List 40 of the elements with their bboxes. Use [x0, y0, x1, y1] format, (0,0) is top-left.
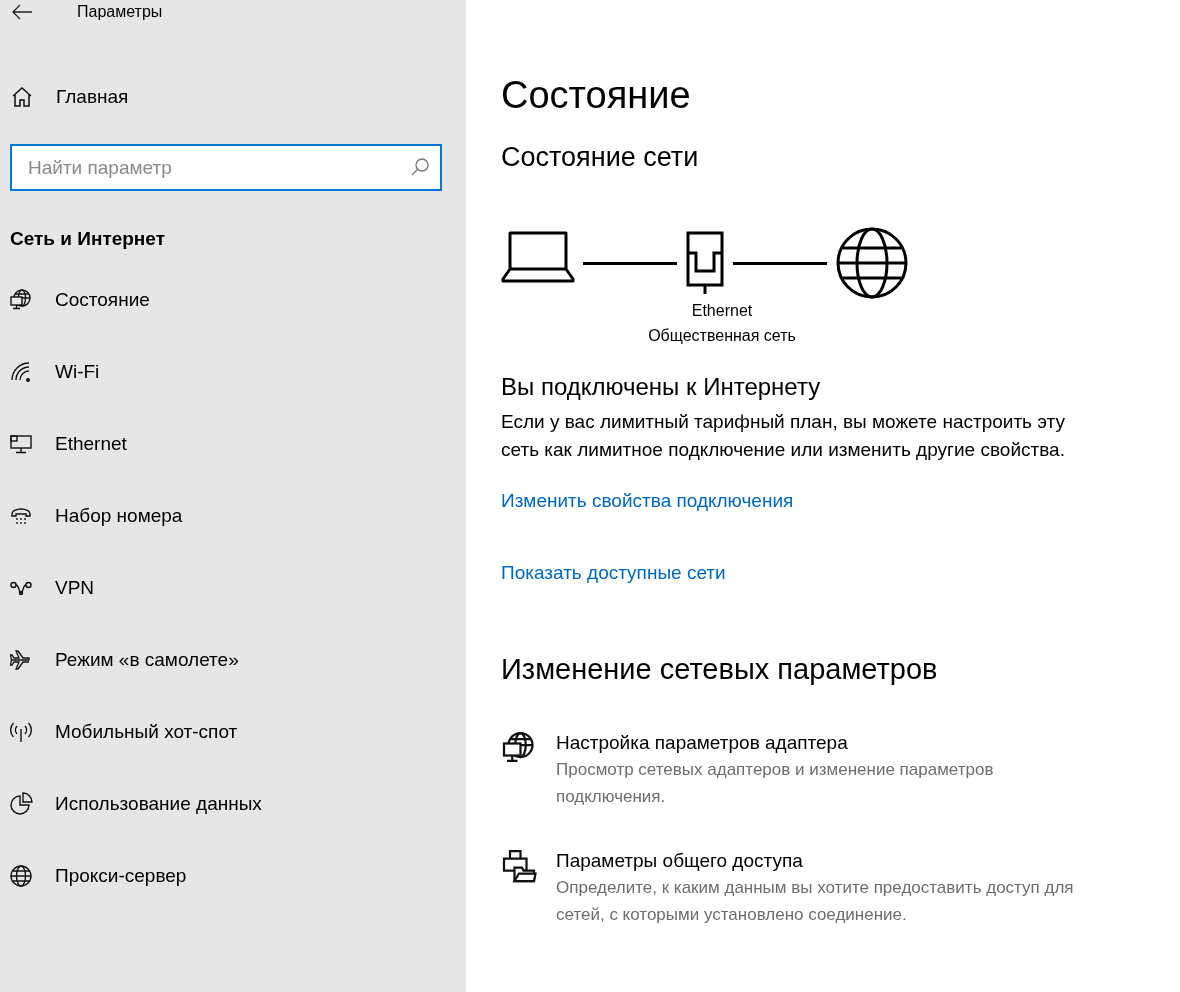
- settings-link[interactable]: Изменить свойства подключения: [501, 488, 794, 514]
- nav-item[interactable]: Использование данных: [0, 768, 466, 840]
- search-icon[interactable]: [410, 157, 430, 177]
- globe-icon: [835, 226, 909, 300]
- section-heading: Сеть и Интернет: [9, 228, 166, 250]
- nav-item[interactable]: VPN: [0, 552, 466, 624]
- monitor-icon: [9, 432, 33, 456]
- setting-description: Определите, к каким данным вы хотите предоставить доступ для сетей, с которыми установлено соединение.: [556, 877, 1075, 926]
- airplane-icon: [9, 648, 33, 672]
- setting-link[interactable]: Настройка параметров адаптера: [556, 730, 848, 756]
- globe-icon: [9, 864, 33, 888]
- nav-item[interactable]: Набор номера: [0, 480, 466, 552]
- back-arrow-icon[interactable]: [11, 4, 33, 20]
- section-heading: Изменение сетевых параметров: [501, 652, 939, 686]
- window-title: Параметры: [77, 3, 163, 21]
- nav-item[interactable]: Wi-Fi: [0, 336, 466, 408]
- pie-chart-icon: [9, 792, 33, 816]
- nav-item[interactable]: Режим «в самолете»: [0, 624, 466, 696]
- antenna-icon: [9, 720, 33, 744]
- wifi-icon: [9, 360, 33, 384]
- laptop-icon: [501, 231, 575, 285]
- info-paragraph: Если у вас лимитный тарифный план, вы можете настроить эту сеть как лимитное подключение или изменить другие свойства.: [501, 410, 1066, 462]
- nav-item[interactable]: Прокси-сервер: [0, 840, 466, 912]
- printer-folder-icon[interactable]: [501, 848, 537, 884]
- search-field[interactable]: Найти параметр: [10, 144, 442, 191]
- page-title: Состояние: [501, 73, 692, 118]
- connection-heading: Вы подключены к Интернету: [501, 372, 822, 402]
- globe-monitor-icon: [9, 288, 33, 312]
- home-nav-item[interactable]: Главная: [0, 84, 466, 110]
- setting-description: Просмотр сетевых адаптеров и изменение параметров подключения.: [556, 759, 995, 808]
- nav-item[interactable]: Состояние: [0, 264, 466, 336]
- network-type: Общественная сеть: [648, 326, 796, 346]
- nav-item[interactable]: Мобильный хот-спот: [0, 696, 466, 768]
- ethernet-port-icon: [685, 231, 725, 295]
- adapter-name: Ethernet: [691, 301, 753, 321]
- setting-link[interactable]: Параметры общего доступа: [556, 848, 803, 874]
- section-heading: Состояние сети: [501, 141, 700, 174]
- settings-link[interactable]: Показать доступные сети: [501, 560, 726, 586]
- home-icon: [10, 85, 34, 109]
- nav-item[interactable]: Ethernet: [0, 408, 466, 480]
